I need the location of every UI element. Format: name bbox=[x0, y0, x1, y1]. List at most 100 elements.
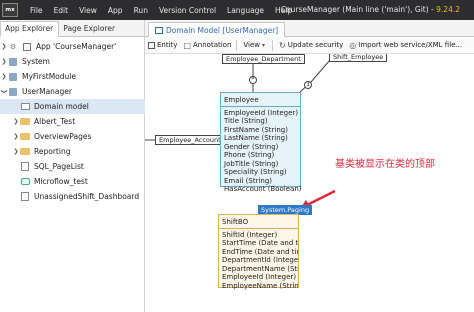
tree-item-label: Domain model bbox=[34, 102, 89, 111]
globe-icon: ◎ bbox=[349, 40, 357, 50]
annotation-arrow bbox=[304, 189, 336, 208]
microflow-icon bbox=[20, 177, 30, 186]
document-tabs: Domain Model [UserManager] bbox=[145, 20, 474, 37]
puzzle-icon bbox=[8, 57, 18, 66]
tree-item-label: App 'CourseManager' bbox=[36, 42, 117, 51]
attribute: LastName (String) bbox=[224, 134, 288, 143]
add-annotation-label: Annotation bbox=[193, 41, 232, 49]
annotation-icon: □ bbox=[183, 40, 191, 50]
tree-item-reporting[interactable]: ❯ Reporting bbox=[0, 144, 145, 159]
folder-icon bbox=[20, 132, 30, 141]
tree-item-microflow-test[interactable]: Microflow_test bbox=[0, 174, 145, 189]
attribute: Title (String) bbox=[224, 117, 268, 126]
folder-icon bbox=[20, 117, 30, 126]
tree-item-unassignedshift-dashboard[interactable]: UnassignedShift_Dashboard bbox=[0, 189, 145, 204]
menu-edit[interactable]: Edit bbox=[54, 6, 69, 15]
tree-item-label: UserManager bbox=[22, 87, 72, 96]
tree-item-label: Albert_Test bbox=[34, 117, 76, 126]
add-entity-button[interactable]: Entity bbox=[148, 41, 177, 49]
multiplicity-one-marker: 1 bbox=[304, 81, 312, 89]
multiplicity-star-marker: * bbox=[249, 76, 257, 84]
attribute: HasAccount (Boolean) bbox=[224, 185, 302, 194]
refresh-icon: ↻ bbox=[279, 40, 286, 50]
chevron-right-icon[interactable]: ❯ bbox=[0, 43, 8, 50]
window-title: CourseManager (Main line ('main'), Git) … bbox=[281, 5, 460, 14]
attribute: DepartmentName (String) bbox=[222, 264, 298, 273]
menu-run[interactable]: Run bbox=[134, 6, 148, 15]
tree-item-system[interactable]: ❯ System bbox=[0, 54, 145, 69]
attribute: EndTime (Date and time) bbox=[222, 247, 298, 256]
attribute: EmployeeId (Integer) bbox=[224, 109, 299, 117]
folder-icon bbox=[20, 147, 30, 156]
view-dropdown[interactable]: View ▾ bbox=[243, 41, 267, 49]
domain-model-icon bbox=[20, 102, 30, 111]
tree-item-label: Microflow_test bbox=[34, 177, 88, 186]
add-annotation-button[interactable]: □ Annotation bbox=[183, 41, 231, 50]
puzzle-icon bbox=[8, 87, 18, 96]
entity-attributes: EmployeeId (Integer) Title (String) Firs… bbox=[221, 107, 302, 196]
tree-item-label: SQL_PageList bbox=[34, 162, 84, 171]
association-label-shift-employee[interactable]: Shift_Employee bbox=[329, 54, 388, 62]
mendix-logo: mx bbox=[2, 3, 18, 17]
attribute: FirstName (String) bbox=[224, 125, 288, 134]
import-web-service-button[interactable]: ◎ Import web service/XML file... bbox=[349, 41, 462, 50]
chevron-right-icon[interactable]: ❯ bbox=[0, 58, 8, 65]
menu-file[interactable]: File bbox=[30, 6, 43, 15]
chevron-right-icon[interactable]: ❯ bbox=[12, 133, 20, 140]
page-icon bbox=[20, 162, 30, 171]
association-label-employee-account[interactable]: Employee_Account bbox=[155, 135, 225, 145]
tree-item-label: UnassignedShift_Dashboard bbox=[34, 192, 140, 201]
left-panel-tabs: App Explorer Page Explorer bbox=[0, 20, 144, 37]
tree-item-label: System bbox=[22, 57, 50, 66]
tree-item-app[interactable]: ❯ ⚙ App 'CourseManager' bbox=[0, 39, 145, 54]
page-icon bbox=[20, 192, 30, 201]
attribute: ShiftId (Integer) bbox=[222, 231, 278, 239]
add-entity-label: Entity bbox=[157, 41, 178, 49]
tree-item-domain-model[interactable]: Domain model bbox=[0, 99, 145, 114]
import-web-service-label: Import web service/XML file... bbox=[358, 41, 463, 49]
menu-language[interactable]: Language bbox=[227, 6, 264, 15]
tree-item-sql-pagelist[interactable]: SQL_PageList bbox=[0, 159, 145, 174]
menu-view[interactable]: View bbox=[79, 6, 97, 15]
document-tab-icon bbox=[155, 26, 163, 34]
chevron-down-icon[interactable]: ❯ bbox=[1, 88, 8, 96]
entity-name: ShiftBO bbox=[219, 215, 298, 229]
tree-item-label: OverviewPages bbox=[34, 132, 92, 141]
window-title-text: CourseManager (Main line ('main'), Git) … bbox=[280, 5, 437, 14]
tab-app-explorer[interactable]: App Explorer bbox=[0, 21, 60, 37]
tree-item-myfirstmodule[interactable]: ❯ MyFirstModule bbox=[0, 69, 145, 84]
gear-icon: ⚙ bbox=[9, 42, 17, 51]
chevron-down-icon: ▾ bbox=[262, 41, 266, 49]
box-icon bbox=[22, 42, 32, 51]
domain-model-toolbar: Entity □ Annotation View ▾ ↻ Update secu… bbox=[145, 37, 474, 54]
update-security-label: Update security bbox=[287, 41, 344, 49]
menu-version-control[interactable]: Version Control bbox=[159, 6, 216, 15]
menu-app[interactable]: App bbox=[108, 6, 123, 15]
tab-domain-model[interactable]: Domain Model [UserManager] bbox=[148, 22, 286, 37]
tree-item-label: Reporting bbox=[34, 147, 71, 156]
tree-item-albert-test[interactable]: ❯ Albert_Test bbox=[0, 114, 145, 129]
association-lines bbox=[145, 59, 336, 210]
menu-bar: mx File Edit View App Run Version Contro… bbox=[0, 0, 474, 20]
association-label-employee-department[interactable]: Employee_Department bbox=[222, 54, 305, 64]
attribute: Gender (String) bbox=[224, 142, 279, 151]
attribute: Phone (String) bbox=[224, 151, 275, 160]
entity-shiftbo[interactable]: ShiftBO ShiftId (Integer) StartTime (Dat… bbox=[218, 214, 299, 290]
tree-item-usermanager[interactable]: ❯ UserManager bbox=[0, 84, 145, 99]
entity-employee[interactable]: Employee EmployeeId (Integer) Title (Str… bbox=[220, 92, 302, 193]
chevron-right-icon[interactable]: ❯ bbox=[12, 148, 20, 155]
tab-page-explorer[interactable]: Page Explorer bbox=[59, 22, 120, 36]
update-security-button[interactable]: ↻ Update security bbox=[279, 41, 343, 50]
view-label: View bbox=[243, 41, 261, 49]
attribute: Email (String) bbox=[224, 176, 272, 185]
annotation-note: 基类被显示在类的顶部 bbox=[335, 159, 435, 170]
chevron-right-icon[interactable]: ❯ bbox=[0, 73, 8, 80]
domain-model-canvas[interactable]: * 1 Employee_Department Shift_Employee E… bbox=[145, 54, 474, 312]
tree-item-overviewpages[interactable]: ❯ OverviewPages bbox=[0, 129, 145, 144]
document-tab-label: Domain Model [UserManager] bbox=[166, 25, 279, 35]
attribute: Speciality (String) bbox=[224, 168, 287, 177]
toolbar-divider bbox=[272, 39, 274, 51]
chevron-right-icon[interactable]: ❯ bbox=[12, 118, 20, 125]
attribute: EmployeeId (Integer) bbox=[222, 273, 297, 282]
attribute: JobTitle (String) bbox=[224, 159, 279, 168]
